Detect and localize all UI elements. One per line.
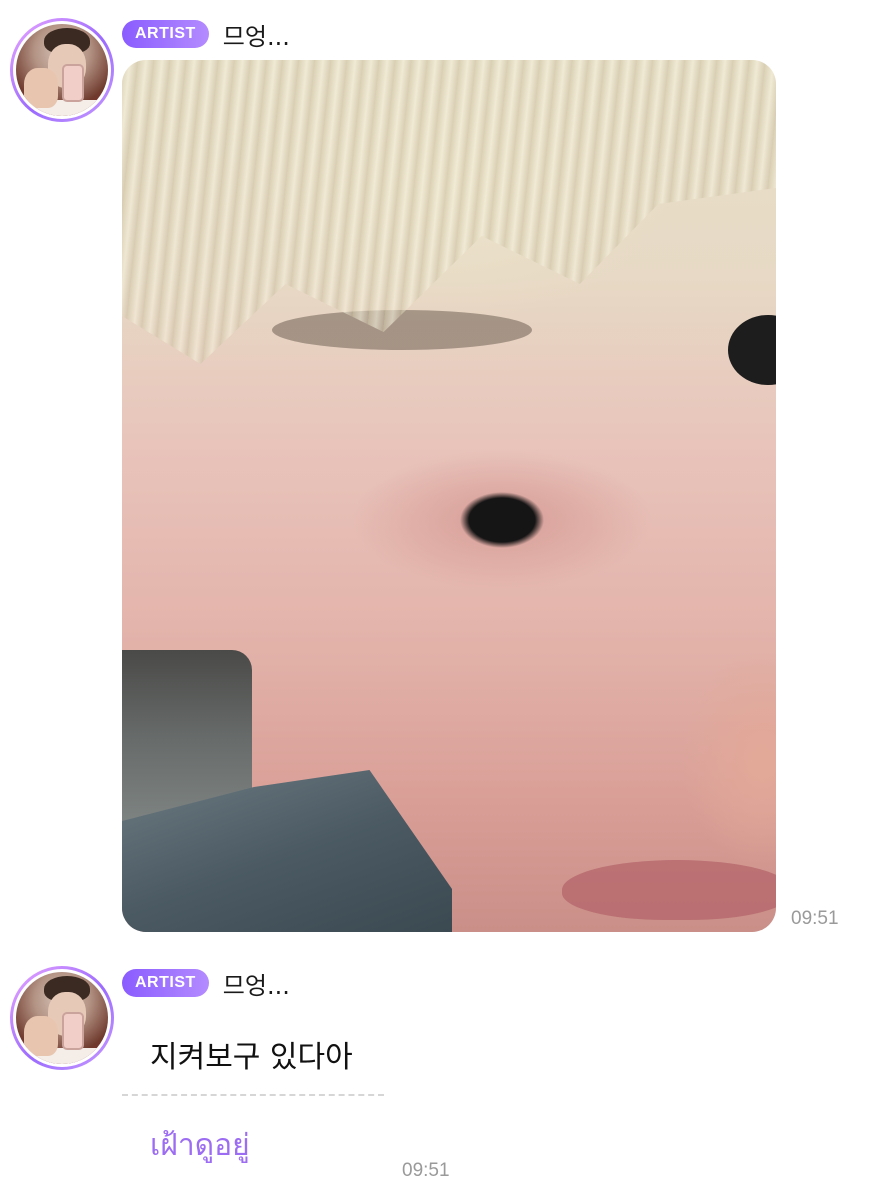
message-header: ARTIST 므엉... — [122, 17, 290, 52]
artist-badge: ARTIST — [122, 20, 209, 48]
translation-divider — [122, 1094, 384, 1096]
chat-message-text: ARTIST 므엉... 지켜보구 있다아 เฝ้าดูอยู่ 09:51 — [0, 950, 875, 1200]
sender-name[interactable]: 므엉... — [223, 17, 290, 52]
avatar[interactable] — [10, 18, 114, 122]
photo-attachment[interactable] — [122, 60, 776, 932]
artist-badge: ARTIST — [122, 969, 209, 997]
message-header: ARTIST 므엉... — [122, 966, 290, 1001]
translated-text[interactable]: เฝ้าดูอยู่ — [150, 1122, 250, 1169]
avatar[interactable] — [10, 966, 114, 1070]
message-text: 지켜보구 있다아 — [150, 1040, 353, 1075]
message-timestamp: 09:51 — [791, 908, 839, 929]
avatar-image — [16, 972, 108, 1064]
sender-name[interactable]: 므엉... — [223, 966, 290, 1001]
chat-message-photo: ARTIST 므엉... 09:51 — [0, 0, 875, 940]
message-timestamp: 09:51 — [402, 1160, 450, 1181]
avatar-image — [16, 24, 108, 116]
